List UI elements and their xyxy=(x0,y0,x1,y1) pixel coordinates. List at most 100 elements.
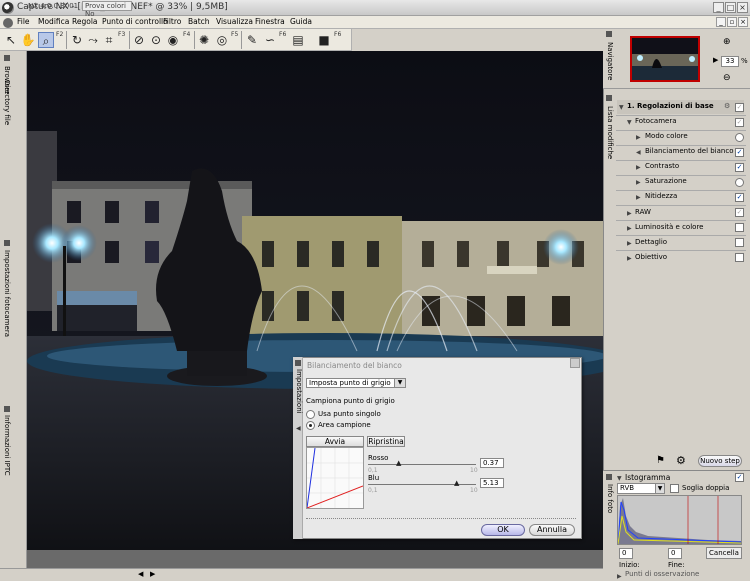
end-input[interactable]: 0 xyxy=(668,548,682,559)
edit-item-saturazione[interactable]: Saturazione xyxy=(645,177,687,185)
edit-item-white-balance[interactable]: Bilanciamento del bianco xyxy=(645,147,733,155)
fill-tool-icon[interactable]: ■ xyxy=(316,32,332,48)
mdi-close-button[interactable]: × xyxy=(738,17,748,27)
zoom-out-icon[interactable]: ⊖ xyxy=(723,73,731,83)
collapse-triangle-icon[interactable]: ▶ xyxy=(636,194,641,201)
white-point-icon[interactable]: ⊙ xyxy=(148,32,164,48)
edit-item-nitidezza[interactable]: Nitidezza xyxy=(645,192,677,200)
tab-settings[interactable]: Impostazioni xyxy=(295,369,303,414)
histogram-graph[interactable] xyxy=(617,495,742,545)
menu-regola[interactable]: Regola xyxy=(72,17,98,26)
auto-retouch-icon[interactable]: ◎ xyxy=(214,32,230,48)
radio-single-point[interactable] xyxy=(306,410,315,419)
navigator-thumbnail[interactable] xyxy=(630,36,700,82)
collapse-triangle-icon[interactable]: ▶ xyxy=(636,134,641,141)
blue-slider-track[interactable] xyxy=(368,484,476,485)
cancel-button[interactable]: Annulla xyxy=(529,524,575,536)
dropdown-arrow-icon[interactable]: ▼ xyxy=(394,378,406,388)
checkbox-fotocamera[interactable]: ✓ xyxy=(735,118,744,127)
collapse-triangle-icon[interactable]: ▶ xyxy=(627,255,632,262)
menu-file[interactable]: File xyxy=(17,17,30,26)
blue-slider-thumb[interactable]: ▲ xyxy=(454,479,459,487)
radio-sample-area[interactable] xyxy=(306,421,315,430)
panel-grip-icon[interactable] xyxy=(4,240,10,246)
document-icon[interactable] xyxy=(3,18,13,28)
radio-saturazione[interactable] xyxy=(735,178,744,187)
collapse-triangle-icon[interactable]: ▶ xyxy=(617,573,622,580)
hand-tool-icon[interactable]: ✋ xyxy=(20,32,36,48)
tab-camera-settings[interactable]: Impostazioni fotocamera xyxy=(3,250,11,337)
menu-finestra[interactable]: Finestra xyxy=(255,17,285,26)
radio-modo-colore[interactable] xyxy=(735,133,744,142)
collapse-triangle-icon[interactable]: ▶ xyxy=(636,164,641,171)
settings-gear-icon[interactable]: ⚙ xyxy=(676,454,686,467)
tab-edit-list[interactable]: Lista modifiche xyxy=(606,106,614,159)
close-button[interactable]: × xyxy=(737,2,748,13)
dialog-close-icon[interactable] xyxy=(570,358,580,368)
panel-grip-icon[interactable] xyxy=(295,360,301,366)
expand-triangle-icon[interactable]: ▼ xyxy=(627,119,632,126)
panel-grip-icon[interactable] xyxy=(606,95,612,101)
tab-navigator[interactable]: Navigatore xyxy=(606,42,614,80)
tab-directory-file[interactable]: Directory file xyxy=(3,80,11,125)
edit-item-obiettivo[interactable]: Obiettivo xyxy=(635,253,667,261)
option-single-point[interactable]: Usa punto singolo xyxy=(318,410,381,418)
start-button[interactable]: Avvia xyxy=(306,436,364,447)
menu-filtro[interactable]: Filtro xyxy=(163,17,181,26)
straighten-tool-icon[interactable]: ⤳ xyxy=(85,32,101,48)
zoom-value[interactable]: 33 xyxy=(721,56,739,67)
lasso-tool-icon[interactable]: ∽ xyxy=(262,32,278,48)
tab-photo-info[interactable]: Info foto xyxy=(606,484,614,513)
color-point-icon[interactable]: ◉ xyxy=(165,32,181,48)
side-arrow-icon[interactable]: ◀ xyxy=(296,425,301,432)
collapse-triangle-icon[interactable]: ▶ xyxy=(627,240,632,247)
observation-points-tab[interactable]: Punti di osservazione xyxy=(625,570,699,578)
edit-item-dettaglio[interactable]: Dettaglio xyxy=(635,238,667,246)
double-threshold-checkbox[interactable] xyxy=(670,484,679,493)
panel-grip-icon[interactable] xyxy=(4,406,10,412)
collapse-triangle-icon[interactable]: ▶ xyxy=(627,210,632,217)
red-slider-track[interactable] xyxy=(368,464,476,465)
crop-tool-icon[interactable]: ⌗ xyxy=(101,32,117,48)
new-step-button[interactable]: Nuovo step xyxy=(698,455,742,467)
edit-item-contrasto[interactable]: Contrasto xyxy=(645,162,679,170)
start-input[interactable]: 0 xyxy=(619,548,633,559)
scroll-left-icon[interactable]: ◀ xyxy=(138,570,147,579)
step-options-icon[interactable]: ⚙ xyxy=(724,102,730,110)
edit-item-raw[interactable]: RAW xyxy=(635,208,651,216)
collapse-triangle-icon[interactable]: ▶ xyxy=(636,179,641,186)
black-point-icon[interactable]: ⊘ xyxy=(131,32,147,48)
checkbox-white-balance[interactable]: ✓ xyxy=(735,148,744,157)
red-eye-tool-icon[interactable]: ✺ xyxy=(196,32,212,48)
soft-proof-toggle[interactable]: Prova colori No xyxy=(82,1,132,18)
checkbox-raw[interactable]: ✓ xyxy=(735,208,744,217)
expand-triangle-icon[interactable]: ▼ xyxy=(619,104,624,111)
panel-grip-icon[interactable] xyxy=(606,474,612,480)
edit-item-fotocamera[interactable]: Fotocamera xyxy=(635,117,677,125)
maximize-button[interactable]: □ xyxy=(725,2,736,13)
blue-value-input[interactable]: 5.13 xyxy=(480,478,504,488)
flag-icon[interactable]: ⚑ xyxy=(656,455,665,466)
mdi-minimize-button[interactable]: _ xyxy=(716,17,726,27)
edit-item-luminosity-color[interactable]: Luminosità e colore xyxy=(635,223,703,231)
panel-grip-icon[interactable] xyxy=(606,31,612,37)
white-balance-mode-select[interactable]: Imposta punto di grigio xyxy=(306,378,406,388)
checkbox-dettaglio[interactable] xyxy=(735,238,744,247)
histogram-toggle-checkbox[interactable]: ✓ xyxy=(735,473,744,482)
checkbox-luminosity-color[interactable] xyxy=(735,223,744,232)
histogram-cancel-button[interactable]: Cancella xyxy=(706,547,742,559)
option-sample-area[interactable]: Area campione xyxy=(318,421,371,429)
zoom-tool-icon[interactable]: ⌕ xyxy=(38,32,54,48)
mdi-restore-button[interactable]: ▫ xyxy=(727,17,737,27)
minimize-button[interactable]: _ xyxy=(713,2,724,13)
collapse-triangle-icon[interactable]: ◀ xyxy=(636,149,641,156)
scroll-right-icon[interactable]: ▶ xyxy=(150,570,159,579)
dropdown-arrow-icon[interactable]: ▼ xyxy=(655,483,665,494)
menu-guida[interactable]: Guida xyxy=(290,17,312,26)
red-value-input[interactable]: 0.37 xyxy=(480,458,504,468)
checkbox-nitidezza[interactable]: ✓ xyxy=(735,193,744,202)
panel-grip-icon[interactable] xyxy=(4,55,10,61)
collapse-triangle-icon[interactable]: ▶ xyxy=(627,225,632,232)
step-enable-checkbox[interactable]: ✓ xyxy=(735,103,744,112)
red-slider-thumb[interactable]: ▲ xyxy=(396,459,401,467)
